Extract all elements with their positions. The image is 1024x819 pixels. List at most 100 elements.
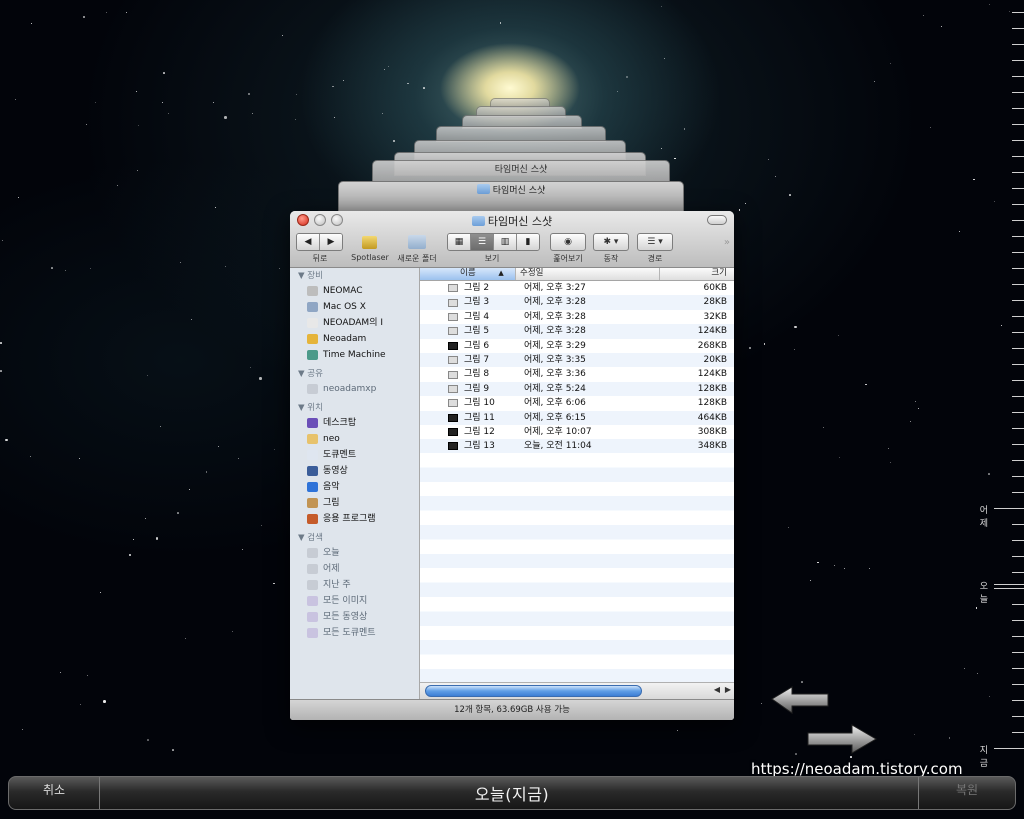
- timeline-major-tick[interactable]: [994, 584, 1024, 585]
- timeline-tick[interactable]: [1012, 124, 1024, 125]
- back-arrow-icon[interactable]: ◀: [297, 234, 320, 250]
- table-row[interactable]: 그림 4 어제, 오후 3:28 32KB: [420, 309, 734, 325]
- sidebar-item[interactable]: Time Machine: [290, 347, 419, 363]
- sidebar-item[interactable]: 모든 동영상: [290, 609, 419, 625]
- timeline-tick[interactable]: [1012, 380, 1024, 381]
- timeline-tick[interactable]: [1012, 108, 1024, 109]
- timeline-label-today[interactable]: 오늘: [980, 579, 988, 605]
- timeline-tick[interactable]: [1012, 636, 1024, 637]
- timeline-tick[interactable]: [1012, 172, 1024, 173]
- action-button[interactable]: ✱ ▾: [593, 233, 629, 251]
- quicklook-button[interactable]: ◉: [550, 233, 586, 251]
- timeline-tick[interactable]: [1012, 92, 1024, 93]
- timeline-tick[interactable]: [1012, 188, 1024, 189]
- column-header-size[interactable]: 크기: [660, 268, 734, 280]
- timeline-tick[interactable]: [1012, 604, 1024, 605]
- timeline-tick[interactable]: [1012, 284, 1024, 285]
- timeline-tick[interactable]: [1012, 716, 1024, 717]
- timeline-tick[interactable]: [1012, 60, 1024, 61]
- timeline-tick[interactable]: [1012, 620, 1024, 621]
- sidebar-item[interactable]: 어제: [290, 561, 419, 577]
- timeline-tick[interactable]: [1012, 348, 1024, 349]
- column-view-icon[interactable]: ▥: [494, 234, 517, 250]
- scroll-right-arrow-icon[interactable]: ▶: [725, 685, 731, 694]
- timeline-tick[interactable]: [1012, 668, 1024, 669]
- timeline-tick[interactable]: [1012, 700, 1024, 701]
- timeline-tick[interactable]: [1012, 556, 1024, 557]
- disclosure-triangle-icon[interactable]: ▼: [298, 271, 307, 281]
- timeline-major-tick[interactable]: [994, 748, 1024, 749]
- sidebar-item[interactable]: NEOMAC: [290, 283, 419, 299]
- timeline-tick[interactable]: [1012, 236, 1024, 237]
- timeline-tick[interactable]: [1012, 28, 1024, 29]
- timeline[interactable]: 어제 오늘 지금: [980, 0, 1024, 769]
- table-row[interactable]: 그림 12 어제, 오후 10:07 308KB: [420, 424, 734, 440]
- table-row[interactable]: 그림 3 어제, 오후 3:28 28KB: [420, 295, 734, 310]
- timeline-tick[interactable]: [1012, 364, 1024, 365]
- horizontal-scrollbar[interactable]: ◀ ▶: [420, 682, 734, 699]
- sidebar-section-header[interactable]: ▼ 검색: [290, 531, 419, 545]
- toolbar-toggle-button[interactable]: [707, 215, 727, 225]
- sidebar-section-header[interactable]: ▼ 장비: [290, 269, 419, 283]
- sidebar-item[interactable]: 데스크탑: [290, 415, 419, 431]
- table-row[interactable]: 그림 9 어제, 오후 5:24 128KB: [420, 381, 734, 397]
- timeline-tick[interactable]: [1012, 300, 1024, 301]
- sidebar-item[interactable]: 응용 프로그램: [290, 511, 419, 527]
- timeline-tick[interactable]: [994, 588, 1024, 589]
- table-row[interactable]: 그림 10 어제, 오후 6:06 128KB: [420, 396, 734, 411]
- new-folder-icon[interactable]: [408, 235, 426, 249]
- timeline-tick[interactable]: [1012, 540, 1024, 541]
- toolbar-overflow-icon[interactable]: »: [724, 237, 730, 248]
- timeline-tick[interactable]: [1012, 684, 1024, 685]
- timeline-tick[interactable]: [1012, 268, 1024, 269]
- timeline-tick[interactable]: [1012, 476, 1024, 477]
- sidebar-item[interactable]: 동영상: [290, 463, 419, 479]
- timeline-tick[interactable]: [1012, 12, 1024, 13]
- spotlaser-icon[interactable]: [362, 236, 377, 249]
- scrollbar-thumb[interactable]: [425, 685, 642, 697]
- sidebar-item[interactable]: 모든 이미지: [290, 593, 419, 609]
- timeline-tick[interactable]: [1012, 460, 1024, 461]
- sidebar-item[interactable]: 오늘: [290, 545, 419, 561]
- timeline-tick[interactable]: [1012, 204, 1024, 205]
- timeline-tick[interactable]: [1012, 524, 1024, 525]
- timeline-tick[interactable]: [1012, 220, 1024, 221]
- timeline-major-tick[interactable]: [994, 508, 1024, 509]
- sidebar-item[interactable]: Mac OS X: [290, 299, 419, 315]
- timeline-tick[interactable]: [1012, 44, 1024, 45]
- table-row[interactable]: 그림 13 오늘, 오전 11:04 348KB: [420, 439, 734, 454]
- table-row[interactable]: 그림 6 어제, 오후 3:29 268KB: [420, 338, 734, 353]
- back-in-time-arrow-icon[interactable]: [770, 685, 830, 715]
- sidebar-item[interactable]: neoadamxp: [290, 381, 419, 397]
- timeline-tick[interactable]: [1012, 140, 1024, 141]
- timeline-tick[interactable]: [1012, 492, 1024, 493]
- disclosure-triangle-icon[interactable]: ▼: [298, 369, 307, 379]
- timeline-tick[interactable]: [1012, 652, 1024, 653]
- sidebar-item[interactable]: 그림: [290, 495, 419, 511]
- coverflow-view-icon[interactable]: ▮: [517, 234, 539, 250]
- table-row[interactable]: 그림 8 어제, 오후 3:36 124KB: [420, 367, 734, 382]
- history-window[interactable]: 타임머신 스샷: [338, 181, 684, 213]
- finder-window[interactable]: 타임머신 스샷 ◀ ▶ 뒤로 Spotlaser 새로운 폴더 ▦ ☰ ▥ ▮ 보기 ◉…: [290, 211, 734, 720]
- timeline-tick[interactable]: [1012, 156, 1024, 157]
- timeline-tick[interactable]: [1012, 252, 1024, 253]
- sidebar-item[interactable]: NEOADAM의 I: [290, 315, 419, 331]
- sidebar-item[interactable]: 음악: [290, 479, 419, 495]
- table-row[interactable]: 그림 2 어제, 오후 3:27 60KB: [420, 281, 734, 296]
- list-view-icon[interactable]: ☰: [471, 234, 494, 250]
- timeline-tick[interactable]: [1012, 76, 1024, 77]
- column-header-date[interactable]: 수정일: [516, 268, 660, 280]
- timeline-tick[interactable]: [1012, 396, 1024, 397]
- sidebar-item[interactable]: Neoadam: [290, 331, 419, 347]
- sidebar-section-header[interactable]: ▼ 위치: [290, 401, 419, 415]
- timeline-tick[interactable]: [1012, 332, 1024, 333]
- timeline-tick[interactable]: [1012, 316, 1024, 317]
- timeline-tick[interactable]: [1012, 444, 1024, 445]
- timeline-tick[interactable]: [1012, 572, 1024, 573]
- sidebar-item[interactable]: neo: [290, 431, 419, 447]
- disclosure-triangle-icon[interactable]: ▼: [298, 403, 307, 413]
- path-button[interactable]: ☰ ▾: [637, 233, 673, 251]
- forward-in-time-arrow-icon[interactable]: [806, 722, 878, 756]
- back-forward-control[interactable]: ◀ ▶: [296, 233, 343, 251]
- table-row[interactable]: 그림 11 어제, 오후 6:15 464KB: [420, 410, 734, 425]
